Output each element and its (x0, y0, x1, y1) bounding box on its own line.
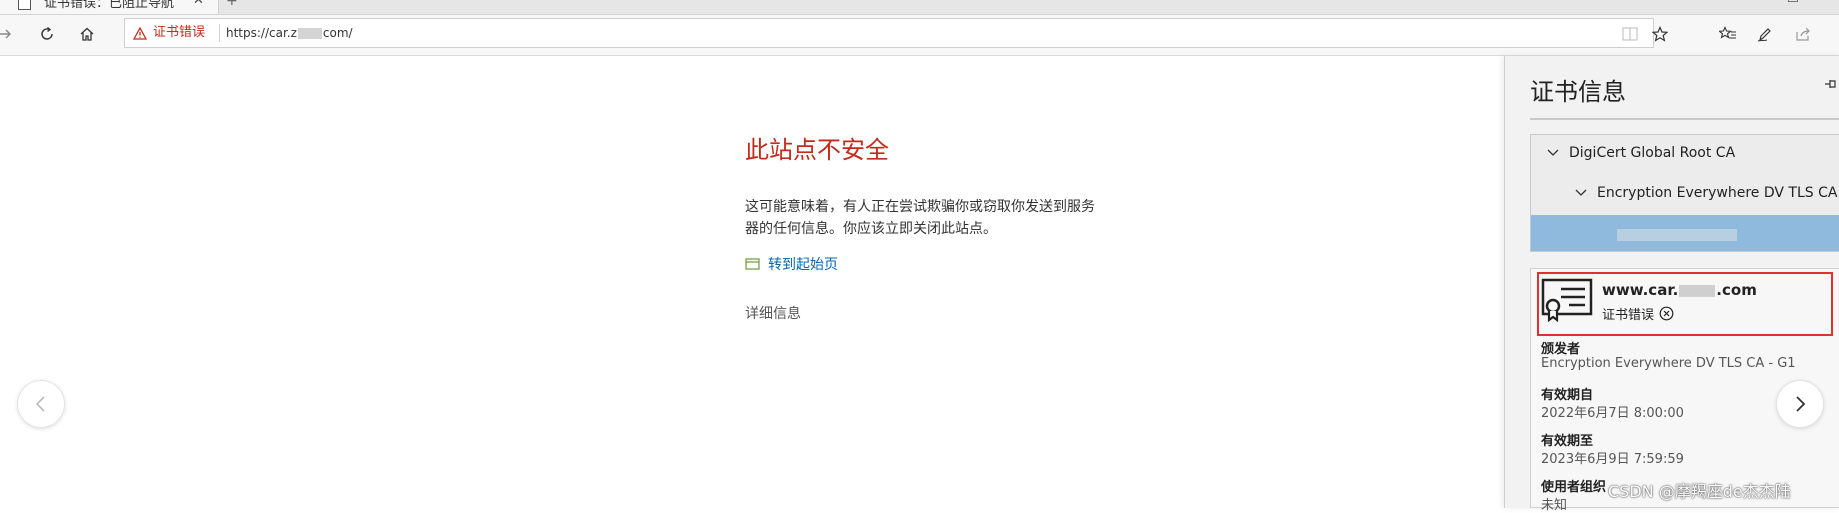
previous-button[interactable] (17, 380, 65, 428)
pen-icon (1757, 28, 1771, 42)
certificate-chain: DigiCert Global Root CA Encryption Every… (1530, 134, 1839, 252)
certificate-warning-label: 证书错误 (153, 25, 206, 40)
next-button[interactable] (1776, 380, 1824, 428)
error-circle-icon (1659, 306, 1674, 321)
go-to-start-page-label: 转到起始页 (768, 257, 838, 273)
start-page-icon (745, 258, 760, 270)
host-prefix: www.car. (1602, 281, 1679, 299)
browser-tab[interactable]: 证书错误：已阻止导航 ✕ (0, 0, 219, 14)
go-to-start-page-link[interactable]: 转到起始页 (745, 254, 838, 274)
issuer-label: 颁发者 (1541, 342, 1581, 357)
share-button[interactable] (1790, 21, 1816, 47)
page-title: 此站点不安全 (745, 136, 889, 164)
certificate-warning-button[interactable]: 证书错误 (133, 25, 205, 41)
url-prefix: https://car.z (226, 26, 297, 40)
certificate-icon (1541, 278, 1593, 326)
chain-item-intermediate[interactable]: Encryption Everywhere DV TLS CA - G1 (1575, 185, 1839, 201)
window-control-icon[interactable]: ▭ (1787, 0, 1799, 7)
redacted-host (1617, 229, 1737, 241)
address-divider (219, 24, 220, 42)
tab-strip: 证书错误：已阻止导航 ✕ + ▭ (0, 0, 1839, 15)
tab-title: 证书错误：已阻止导航 (44, 0, 175, 11)
certificate-status: 证书错误 (1602, 304, 1674, 323)
home-button[interactable] (74, 21, 100, 47)
watermark: CSDN @摩羯座de杰杰陆 (1608, 482, 1791, 501)
home-icon (80, 27, 94, 41)
redacted-domain (1679, 284, 1716, 297)
reader-view-icon (1622, 27, 1638, 41)
favorite-star-icon (1652, 26, 1668, 42)
chevron-left-icon (35, 396, 45, 412)
forward-button[interactable] (0, 21, 18, 47)
chain-item-label: DigiCert Global Root CA (1569, 145, 1736, 161)
address-bar[interactable]: 证书错误 https://car.z com/ (124, 18, 1668, 48)
url-suffix: com/ (322, 26, 353, 40)
favorite-button[interactable] (1651, 25, 1669, 43)
valid-from-label: 有效期自 (1541, 388, 1594, 403)
subject-org-value: 未知 (1541, 498, 1568, 513)
subject-org-label: 使用者组织 (1541, 480, 1607, 495)
valid-from-value: 2022年6月7日 8:00:00 (1541, 406, 1684, 421)
valid-to-label: 有效期至 (1541, 434, 1594, 449)
new-tab-icon[interactable]: + (226, 0, 238, 9)
valid-to-value: 2023年6月9日 7:59:59 (1541, 452, 1684, 467)
panel-divider (1530, 118, 1839, 120)
certificate-status-label: 证书错误 (1602, 308, 1655, 323)
error-message: 这可能意味着，有人正在尝试欺骗你或窃取你发送到服务器的任何信息。你应该立即关闭此… (745, 199, 1095, 237)
page-icon (18, 0, 31, 10)
url-text[interactable]: https://car.z com/ (226, 25, 353, 41)
forward-icon (0, 29, 11, 39)
favorites-list-icon (1719, 26, 1736, 39)
panel-title: 证书信息 (1530, 78, 1626, 106)
chevron-right-icon (1796, 396, 1806, 412)
pin-icon (1825, 80, 1836, 88)
host-suffix: .com (1716, 281, 1757, 299)
certificate-host: www.car. .com (1602, 281, 1757, 299)
redacted-url (297, 28, 322, 39)
warning-icon (133, 26, 147, 40)
chain-item-label: Encryption Everywhere DV TLS CA - G1 (1597, 185, 1839, 201)
chevron-down-icon (1575, 189, 1587, 196)
navigation-bar: 证书错误 https://car.z com/ (0, 15, 1839, 56)
chain-item-root[interactable]: DigiCert Global Root CA (1547, 145, 1735, 161)
refresh-button[interactable] (34, 21, 60, 47)
favorites-hub-button[interactable] (1715, 21, 1741, 47)
chain-item-selected[interactable] (1531, 215, 1839, 251)
issuer-value: Encryption Everywhere DV TLS CA - G1 (1541, 356, 1796, 371)
reader-view-button[interactable] (1621, 25, 1639, 43)
pin-button[interactable] (1825, 76, 1839, 95)
web-note-button[interactable] (1752, 21, 1778, 47)
details-link[interactable]: 详细信息 (745, 303, 801, 323)
chevron-down-icon (1547, 149, 1559, 156)
close-tab-icon[interactable]: ✕ (193, 0, 204, 8)
refresh-icon (41, 26, 53, 40)
share-icon (1796, 27, 1810, 41)
